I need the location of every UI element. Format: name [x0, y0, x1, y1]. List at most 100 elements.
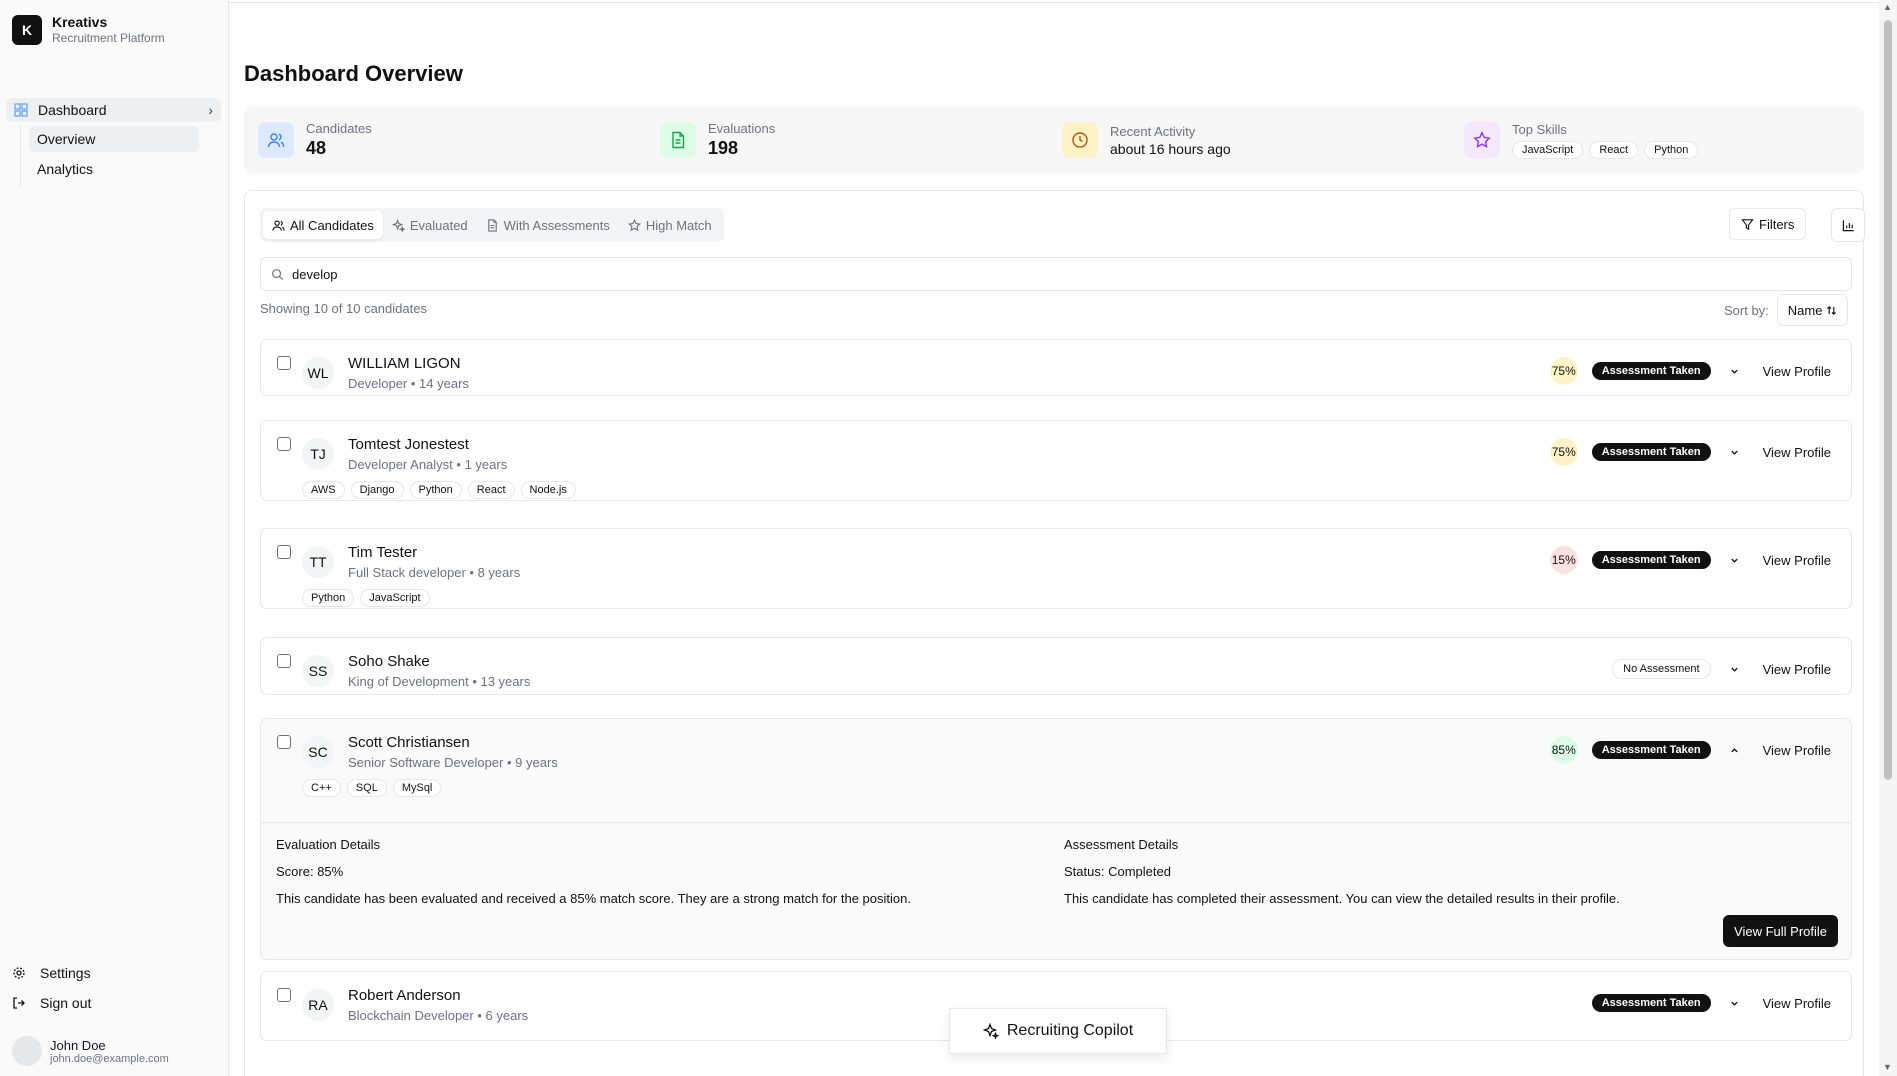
view-profile-link[interactable]: View Profile	[1763, 743, 1831, 758]
filters-button[interactable]: Filters	[1729, 208, 1807, 240]
search-icon	[272, 268, 284, 280]
stat-label: Recent Activity	[1110, 123, 1196, 139]
tab-all-candidates[interactable]: All Candidates	[263, 211, 383, 239]
collapse-button[interactable]	[1725, 745, 1745, 756]
skill-tag: JavaScript	[360, 589, 430, 607]
chevron-down-icon	[1731, 1001, 1738, 1006]
scroll-down-arrow[interactable]: ▼	[1883, 1062, 1892, 1072]
expand-button[interactable]	[1725, 664, 1745, 675]
candidate-role: Senior Software Developer	[348, 755, 504, 770]
sort-arrows-icon	[1827, 305, 1837, 315]
score-line: Score: 85%	[276, 864, 1016, 879]
scroll-up-arrow[interactable]: ▲	[1883, 2, 1892, 12]
match-score: 85%	[1549, 736, 1578, 764]
status-badge: No Assessment	[1612, 659, 1711, 679]
select-checkbox[interactable]	[277, 735, 291, 749]
evaluation-details: Evaluation Details Score: 85% This candi…	[276, 837, 1016, 918]
view-profile-link[interactable]: View Profile	[1763, 553, 1831, 568]
skill-tag: SQL	[346, 779, 387, 797]
view-profile-link[interactable]: View Profile	[1763, 996, 1831, 1011]
settings-link[interactable]: Settings	[12, 958, 217, 988]
candidates-panel: All Candidates Evaluated With Assessment…	[244, 190, 1865, 1076]
card-actions: No Assessment View Profile	[1612, 656, 1831, 682]
skill-tag: MySql	[392, 779, 442, 797]
candidate-years: • 13 years	[472, 674, 531, 689]
tab-with-assessments[interactable]: With Assessments	[477, 211, 619, 239]
skill-tag: Python	[302, 589, 355, 607]
search-box	[260, 257, 1852, 291]
sidebar-item-analytics[interactable]: Analytics	[29, 156, 199, 182]
avatar: TJ	[302, 438, 334, 470]
sidebar-item-dashboard[interactable]: Dashboard ›	[6, 98, 221, 122]
search-input[interactable]	[292, 266, 1792, 282]
candidate-meta: Senior Software Developer • 9 years	[348, 755, 558, 770]
expand-button[interactable]	[1725, 998, 1745, 1009]
card-actions: 85% Assessment Taken View Profile	[1549, 736, 1831, 764]
filter-icon	[1741, 218, 1754, 230]
star-icon	[627, 218, 641, 231]
select-checkbox[interactable]	[277, 437, 291, 451]
scrollbar-thumb[interactable]	[1884, 20, 1892, 780]
status-line: Status: Completed	[1064, 864, 1804, 879]
view-profile-link[interactable]: View Profile	[1763, 445, 1831, 460]
select-checkbox[interactable]	[277, 654, 291, 668]
skill-tags: C++ SQL MySql	[302, 779, 442, 797]
score-label: Score:	[276, 864, 314, 879]
scrollbar[interactable]: ▲ ▼	[1879, 0, 1897, 1076]
skill-chips: JavaScript React Python	[1512, 140, 1699, 159]
divider	[229, 2, 1879, 3]
sidebar-item-overview[interactable]: Overview	[29, 126, 199, 152]
recruiting-copilot-button[interactable]: Recruiting Copilot	[949, 1008, 1167, 1054]
document-icon	[487, 218, 497, 232]
view-profile-link[interactable]: View Profile	[1763, 364, 1831, 379]
view-full-profile-button[interactable]: View Full Profile	[1723, 915, 1838, 947]
candidate-years: • 8 years	[469, 565, 521, 580]
tab-high-match[interactable]: High Match	[619, 211, 721, 239]
evaluation-text: This candidate has been evaluated and re…	[276, 891, 911, 906]
skill-tag: Node.js	[520, 481, 576, 499]
copilot-label: Recruiting Copilot	[1006, 1022, 1134, 1039]
status-badge: Assessment Taken	[1591, 443, 1711, 461]
assessment-text: This candidate has completed their asses…	[1064, 891, 1620, 906]
stat-evaluations: Evaluations 198	[646, 106, 1048, 174]
card-actions: 75% Assessment Taken View Profile	[1549, 357, 1831, 385]
assessment-title: Assessment Details	[1064, 837, 1179, 852]
candidate-name: Tomtest Jonestest	[348, 436, 469, 453]
sign-out-icon	[13, 997, 25, 1009]
candidate-name: Robert Anderson	[348, 987, 461, 1004]
match-score: 15%	[1549, 546, 1578, 574]
candidate-years: • 9 years	[506, 755, 558, 770]
candidate-card: SS Soho Shake King of Development • 13 y…	[260, 637, 1852, 695]
stat-top-skills: Top Skills JavaScript React Python	[1450, 106, 1852, 174]
select-checkbox[interactable]	[277, 988, 291, 1002]
select-checkbox[interactable]	[277, 545, 291, 559]
user-menu[interactable]: John Doe john.doe@example.com	[12, 1036, 169, 1066]
sort-button[interactable]: Name	[1776, 294, 1849, 326]
evaluation-title: Evaluation Details	[276, 837, 381, 852]
avatar: WL	[302, 357, 334, 389]
candidate-role: Developer	[348, 376, 408, 391]
avatar: SS	[302, 655, 334, 687]
stat-recent-activity: Recent Activity about 16 hours ago	[1048, 106, 1450, 174]
skill-chip: JavaScript	[1512, 140, 1584, 159]
stat-label: Evaluations	[708, 121, 776, 136]
sign-out-link[interactable]: Sign out	[12, 988, 217, 1018]
user-name: John Doe	[50, 1037, 106, 1053]
status-label: Status:	[1064, 864, 1105, 879]
expand-button[interactable]	[1725, 555, 1745, 566]
candidate-role: Full Stack developer	[348, 565, 466, 580]
sign-out-label: Sign out	[40, 995, 92, 1011]
expand-button[interactable]	[1725, 366, 1745, 377]
expand-button[interactable]	[1725, 447, 1745, 458]
brand[interactable]: K Kreativs Recruitment Platform	[12, 14, 165, 46]
chart-button[interactable]	[1831, 208, 1865, 242]
status-badge: Assessment Taken	[1591, 994, 1711, 1012]
candidate-meta: Developer • 14 years	[348, 376, 469, 391]
avatar	[12, 1036, 42, 1066]
bar-chart-icon	[1842, 219, 1854, 231]
select-checkbox[interactable]	[277, 356, 291, 370]
tab-evaluated[interactable]: Evaluated	[383, 211, 477, 239]
avatar: RA	[302, 989, 334, 1021]
view-profile-link[interactable]: View Profile	[1763, 662, 1831, 677]
sort-control: Sort by: Name	[1724, 294, 1849, 326]
